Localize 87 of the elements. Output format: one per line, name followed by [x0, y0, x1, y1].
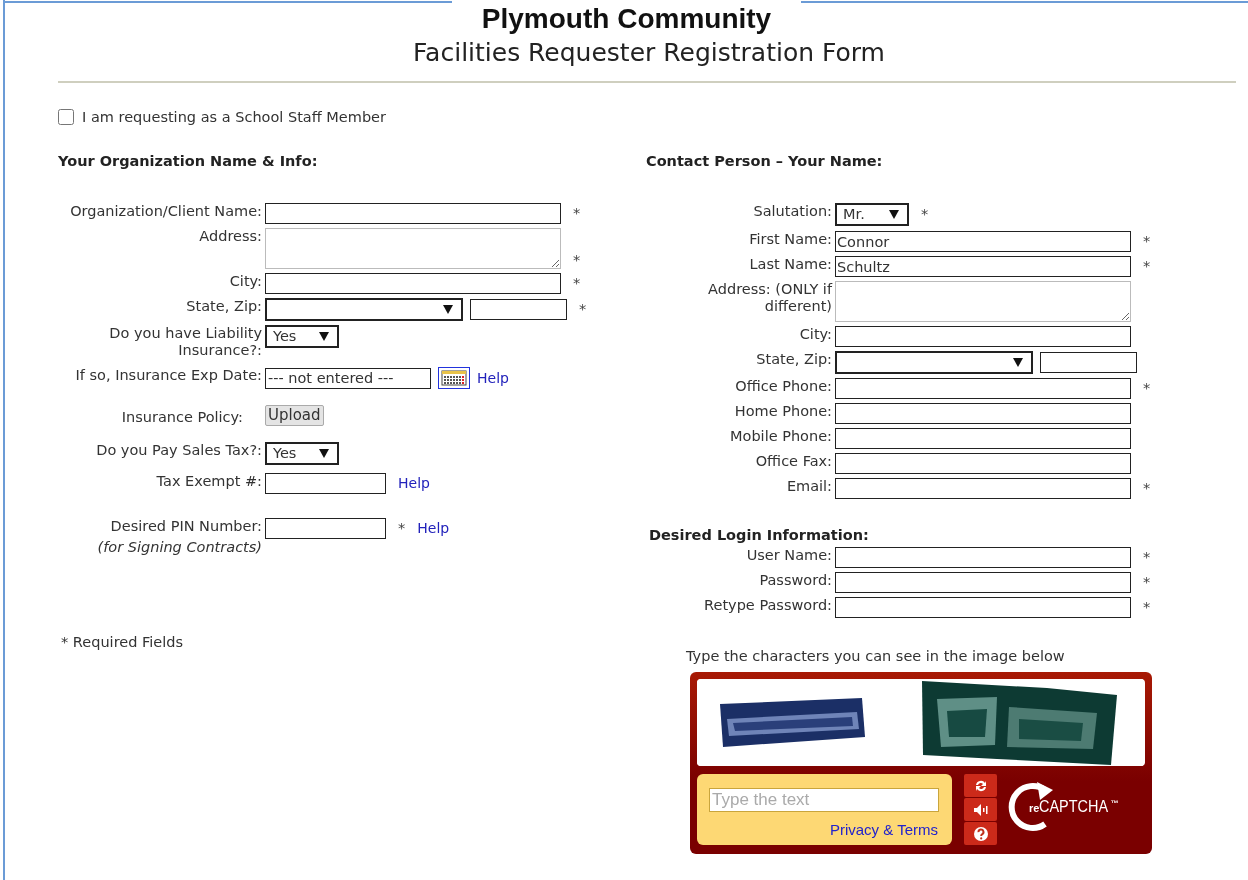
dropdown[interactable]: Yes: [265, 442, 339, 465]
question-icon: [972, 825, 989, 842]
field-label: Do you have Liability Insurance?:: [108, 325, 262, 359]
text-field[interactable]: [835, 326, 1131, 347]
field-label: Mobile Phone:: [730, 428, 832, 445]
field-label: State, Zip:: [756, 351, 832, 368]
field-label: First Name:: [749, 231, 832, 248]
field-label: Last Name:: [749, 256, 832, 273]
section-heading: Your Organization Name & Info:: [58, 153, 319, 169]
privacy-link[interactable]: Privacy & Terms: [829, 821, 938, 838]
help-link[interactable]: Help: [417, 520, 450, 537]
field-label: Organization/Client Name:: [70, 203, 262, 220]
section-heading: Desired Login Information:: [649, 527, 870, 543]
page-title: Plymouth Community: [480, 4, 773, 34]
text-field[interactable]: [835, 597, 1131, 618]
field-label: Address: (ONLY if different): [707, 281, 832, 315]
text-field[interactable]: Connor: [835, 231, 1131, 252]
calendar-icon[interactable]: [438, 367, 470, 389]
text-field[interactable]: [835, 403, 1131, 424]
field-label: User Name:: [746, 547, 832, 564]
required-mark: *: [1143, 574, 1151, 591]
field-label: Home Phone:: [734, 403, 832, 420]
text-field[interactable]: [265, 473, 386, 494]
field-label: Password:: [759, 572, 832, 589]
field-label: City:: [229, 273, 262, 290]
required-mark: *: [579, 301, 587, 318]
field-label: If so, Insurance Exp Date:: [75, 367, 262, 384]
caret-icon: [443, 305, 453, 314]
field-hint: (for Signing Contracts): [97, 539, 262, 556]
help-link[interactable]: Help: [398, 475, 430, 492]
field-label: Address:: [199, 228, 262, 245]
zip-field[interactable]: [1040, 352, 1137, 373]
text-field[interactable]: [835, 378, 1131, 399]
captcha-instruction: Type the characters you can see in the image below: [686, 648, 1066, 664]
required-note: * Required Fields: [61, 634, 185, 650]
field-label: Salutation:: [753, 203, 832, 220]
caret-icon: [889, 210, 899, 219]
dropdown[interactable]: Yes: [265, 325, 339, 348]
text-field[interactable]: Schultz: [835, 256, 1131, 277]
field-label: Do you Pay Sales Tax?:: [96, 442, 262, 459]
text-field[interactable]: [265, 273, 561, 294]
required-mark: *: [921, 206, 929, 223]
text-field[interactable]: [835, 428, 1131, 449]
text-field[interactable]: [835, 453, 1131, 474]
field-label: City:: [799, 326, 832, 343]
text-field[interactable]: [835, 572, 1131, 593]
field-label: Office Phone:: [735, 378, 832, 395]
required-mark: *: [1143, 549, 1151, 566]
dropdown[interactable]: Mr.: [835, 203, 909, 226]
caret-icon: [319, 449, 329, 458]
caret-icon: [319, 332, 329, 341]
field-label: Office Fax:: [755, 453, 832, 470]
field-label: Insurance Policy:: [121, 409, 243, 426]
text-field[interactable]: [265, 203, 561, 224]
required-mark: *: [573, 205, 581, 222]
required-mark: *: [573, 275, 581, 292]
dropdown[interactable]: [265, 298, 463, 321]
field-label: State, Zip:: [186, 298, 262, 315]
required-mark: *: [1143, 233, 1151, 250]
text-field[interactable]: [835, 547, 1131, 568]
captcha-field[interactable]: Type the text: [709, 788, 939, 812]
section-heading: Contact Person – Your Name:: [646, 153, 884, 169]
field-label: Retype Password:: [704, 597, 832, 614]
text-field[interactable]: [265, 518, 386, 539]
required-mark: *: [1143, 599, 1151, 616]
required-mark: *: [1143, 380, 1151, 397]
checkbox-label: I am requesting as a School Staff Member: [82, 109, 386, 125]
zip-field[interactable]: [470, 299, 567, 320]
required-mark: *: [398, 520, 406, 537]
required-mark: *: [573, 252, 581, 269]
refresh-button[interactable]: [964, 774, 997, 797]
help-button[interactable]: [964, 822, 997, 845]
date-field[interactable]: --- not entered ---: [265, 367, 431, 389]
caret-icon: [1013, 358, 1023, 367]
help-link[interactable]: Help: [477, 369, 509, 387]
staff-checkbox[interactable]: [58, 109, 74, 125]
required-mark: *: [1143, 480, 1151, 497]
field-label: Desired PIN Number:: [110, 518, 262, 535]
field-label: Tax Exempt #:: [156, 473, 262, 490]
dropdown[interactable]: [835, 351, 1033, 374]
audio-button[interactable]: [964, 798, 997, 821]
text-field[interactable]: [835, 478, 1131, 499]
field-label: Email:: [786, 478, 832, 495]
logo-text: reCAPTCHA$^{™}$: [1029, 797, 1119, 817]
upload-button[interactable]: Upload: [265, 405, 324, 426]
required-mark: *: [1143, 258, 1151, 275]
form-title: Facilities Requester Registration Form: [413, 38, 885, 67]
